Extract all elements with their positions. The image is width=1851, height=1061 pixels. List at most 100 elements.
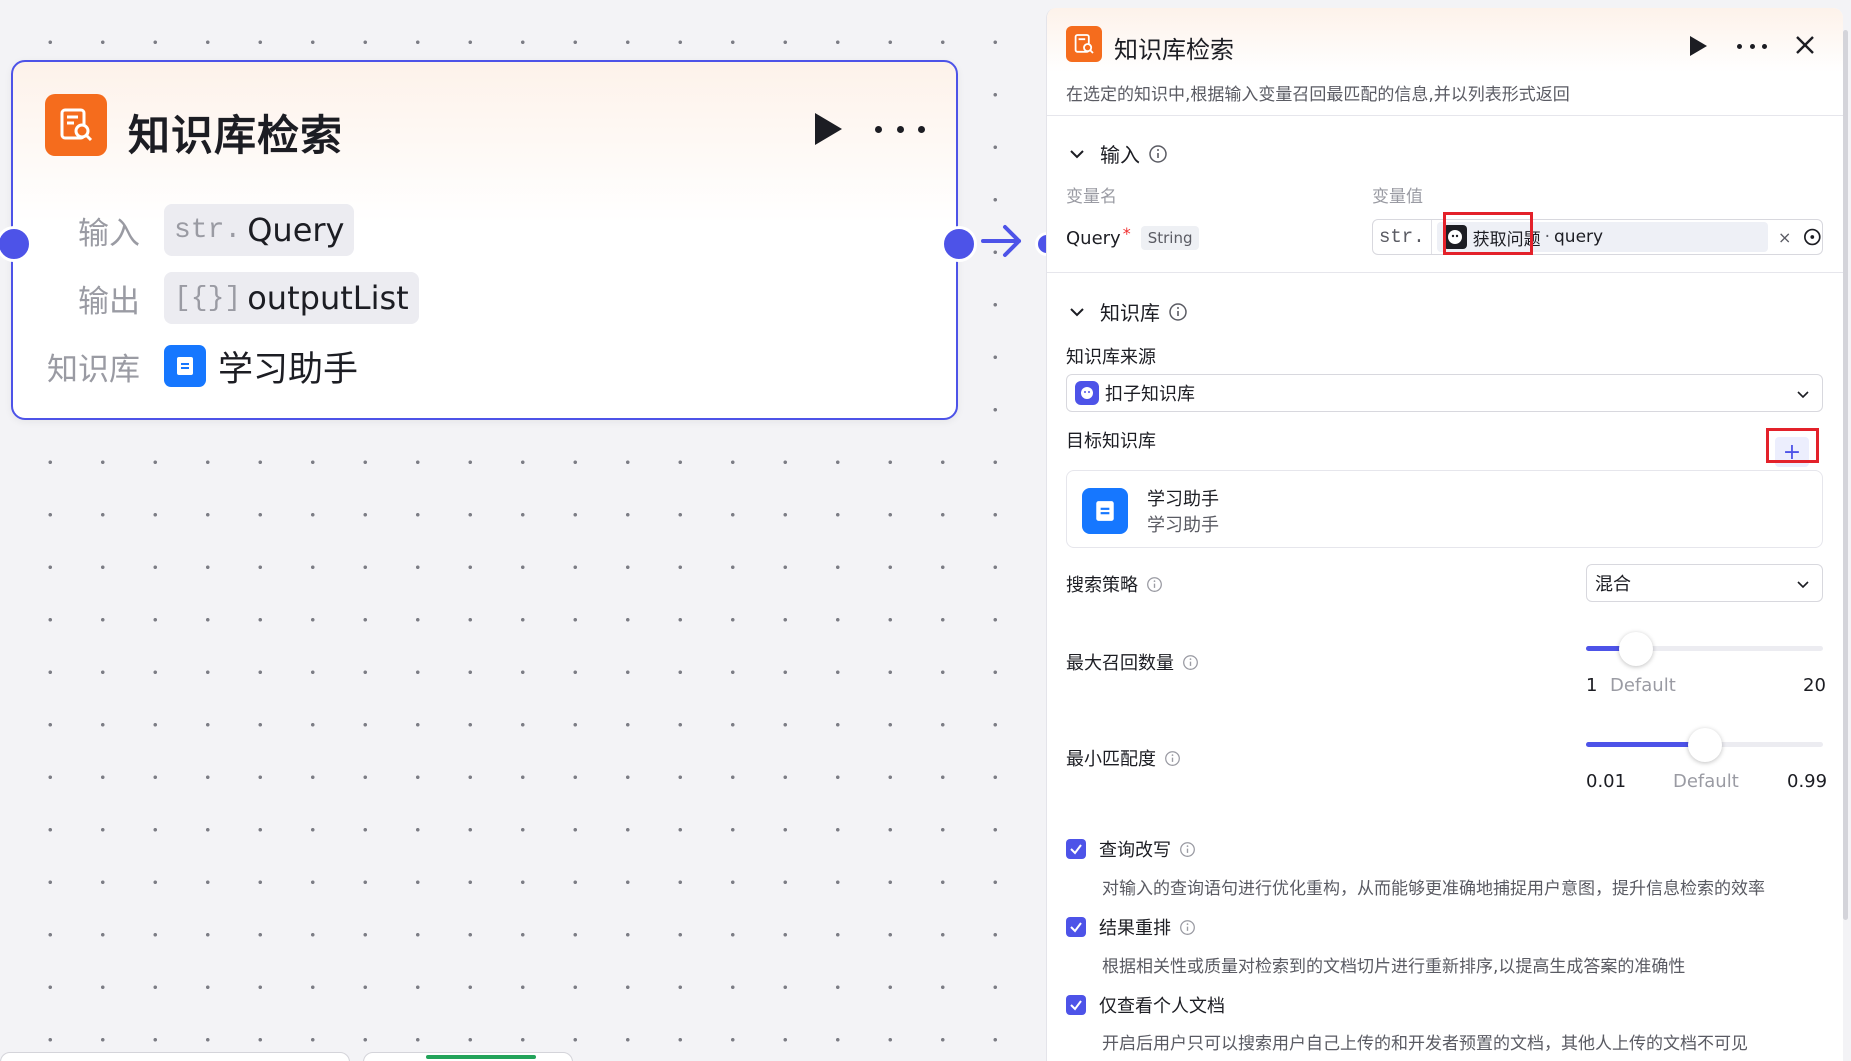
min-match-label: 最小匹配度 [1066, 749, 1156, 770]
rerank-option[interactable]: 结果重排 [1066, 914, 1196, 940]
canvas-run-partial[interactable] [363, 1052, 573, 1061]
ref-var-name: query [1554, 227, 1604, 247]
node-output-port[interactable] [941, 226, 977, 262]
knowledge-retrieval-icon [1066, 26, 1102, 62]
max-recall-default: Default [1610, 675, 1676, 696]
kb-section-title: 知识库 [1100, 301, 1160, 325]
search-strategy-label: 搜索策略 [1066, 575, 1138, 596]
knowledge-retrieval-node[interactable]: 知识库检索 输入 str. Query 输出 [{}] outputList 知… [11, 60, 958, 420]
kb-source-value: 扣子知识库 [1105, 384, 1195, 405]
node-input-row: 输入 str. Query [13, 204, 355, 256]
info-icon[interactable] [1182, 654, 1199, 671]
kb-card-name: 学习助手 [1147, 489, 1219, 510]
highlight-box-add [1766, 428, 1819, 463]
col-var-value: 变量值 [1372, 187, 1423, 207]
query-rewrite-label: 查询改写 [1099, 840, 1171, 861]
kb-source-label: 知识库来源 [1066, 347, 1156, 368]
personal-docs-option[interactable]: 仅查看个人文档 [1066, 992, 1225, 1018]
section-divider [1047, 272, 1843, 273]
node-title: 知识库检索 [128, 111, 344, 160]
ref-separator: · [1544, 227, 1551, 247]
panel-title: 知识库检索 [1114, 36, 1234, 64]
input-section-header[interactable]: 输入 [1066, 139, 1168, 168]
personal-docs-desc: 开启后用户只可以搜索用户自己上传的和开发者预置的文档，其他人上传的文档不可见 [1102, 1034, 1748, 1054]
chevron-down-icon [1070, 149, 1084, 158]
run-icon[interactable] [811, 110, 845, 148]
checkbox-checked-icon[interactable] [1066, 917, 1086, 937]
node-config-panel: 知识库检索 在选定的知识中,根据输入变量召回最匹配的信息,并以列表形式返回 输入… [1046, 8, 1843, 1061]
rerank-desc: 根据相关性或质量对检索到的文档切片进行重新排序,以提高生成答案的准确性 [1102, 957, 1686, 977]
max-recall-label-row: 最大召回数量 [1066, 649, 1199, 675]
max-recall-label: 最大召回数量 [1066, 653, 1174, 674]
query-rewrite-desc: 对输入的查询语句进行优化重构，从而能够更准确地捕捉用户意图，提升信息检索的效率 [1102, 879, 1765, 899]
string-type-icon: str. [174, 214, 242, 246]
edge-arrow-icon [981, 221, 1023, 261]
min-match-label-row: 最小匹配度 [1066, 745, 1181, 771]
clear-icon[interactable]: × [1778, 228, 1791, 247]
node-output-chip: [{}] outputList [164, 272, 419, 324]
target-kb-label: 目标知识库 [1066, 431, 1156, 452]
chevron-down-icon [1797, 581, 1809, 589]
query-rewrite-option[interactable]: 查询改写 [1066, 836, 1196, 862]
query-var-label: Query * String [1066, 223, 1200, 250]
query-value-input[interactable]: str. 获取问题 · query × [1372, 219, 1823, 255]
max-recall-slider[interactable] [1586, 632, 1823, 666]
node-output-value: outputList [247, 279, 409, 317]
panel-description: 在选定的知识中,根据输入变量召回最匹配的信息,并以列表形式返回 [1066, 85, 1570, 105]
info-icon[interactable] [1168, 302, 1188, 322]
kb-card[interactable]: 学习助手 学习助手 [1066, 470, 1823, 548]
chevron-down-icon [1070, 307, 1084, 316]
min-match-min: 0.01 [1586, 771, 1627, 792]
info-icon[interactable] [1179, 919, 1196, 936]
info-icon[interactable] [1148, 144, 1168, 164]
node-input-chip: str. Query [164, 204, 355, 256]
search-strategy-value: 混合 [1595, 574, 1631, 595]
max-recall-min: 1 [1586, 675, 1598, 696]
node-kb-name: 学习助手 [218, 349, 359, 390]
node-output-row: 输出 [{}] outputList [13, 272, 419, 324]
query-var-name: Query [1066, 227, 1121, 249]
min-match-max: 0.99 [1787, 771, 1828, 792]
knowledge-retrieval-icon [45, 94, 107, 156]
col-var-name: 变量名 [1066, 187, 1117, 207]
info-icon[interactable] [1146, 576, 1163, 593]
node-kb-label: 知识库 [47, 351, 140, 388]
search-strategy-label-row: 搜索策略 [1066, 571, 1163, 597]
more-icon[interactable] [1737, 44, 1767, 50]
close-icon[interactable] [1792, 32, 1818, 58]
more-icon[interactable] [875, 114, 925, 144]
value-type-tag[interactable]: str. [1373, 220, 1432, 254]
input-section-title: 输入 [1100, 143, 1140, 167]
run-icon[interactable] [1687, 34, 1709, 58]
chevron-down-icon [1797, 391, 1809, 399]
min-match-slider[interactable] [1586, 728, 1823, 762]
checkbox-checked-icon[interactable] [1066, 839, 1086, 859]
node-kb-row: 知识库 学习助手 [13, 340, 358, 392]
variable-picker-icon[interactable] [1803, 227, 1822, 247]
coze-logo-icon [1075, 381, 1099, 405]
search-strategy-select[interactable]: 混合 [1586, 564, 1823, 602]
node-output-label: 输出 [78, 283, 140, 320]
kb-section-header[interactable]: 知识库 [1066, 297, 1188, 326]
document-icon [164, 345, 206, 387]
node-kb-item: 学习助手 [164, 341, 358, 392]
max-recall-max: 20 [1803, 675, 1826, 696]
slider-handle[interactable] [1618, 632, 1653, 666]
kb-source-select[interactable]: 扣子知识库 [1066, 374, 1823, 412]
required-mark: * [1122, 223, 1131, 243]
array-object-type-icon: [{}] [174, 282, 242, 314]
info-icon[interactable] [1179, 841, 1196, 858]
var-type-badge: String [1140, 226, 1200, 250]
personal-docs-label: 仅查看个人文档 [1099, 996, 1225, 1017]
node-input-label: 输入 [78, 215, 140, 252]
kb-card-desc: 学习助手 [1147, 515, 1219, 536]
min-match-default: Default [1673, 771, 1739, 792]
document-icon [1082, 488, 1128, 534]
canvas-toolbar-partial[interactable] [0, 1052, 350, 1061]
slider-fill [1586, 742, 1705, 747]
rerank-label: 结果重排 [1099, 918, 1171, 939]
info-icon[interactable] [1164, 750, 1181, 767]
panel-scrollbar[interactable] [1843, 30, 1848, 920]
slider-handle[interactable] [1687, 728, 1722, 762]
checkbox-checked-icon[interactable] [1066, 995, 1086, 1015]
